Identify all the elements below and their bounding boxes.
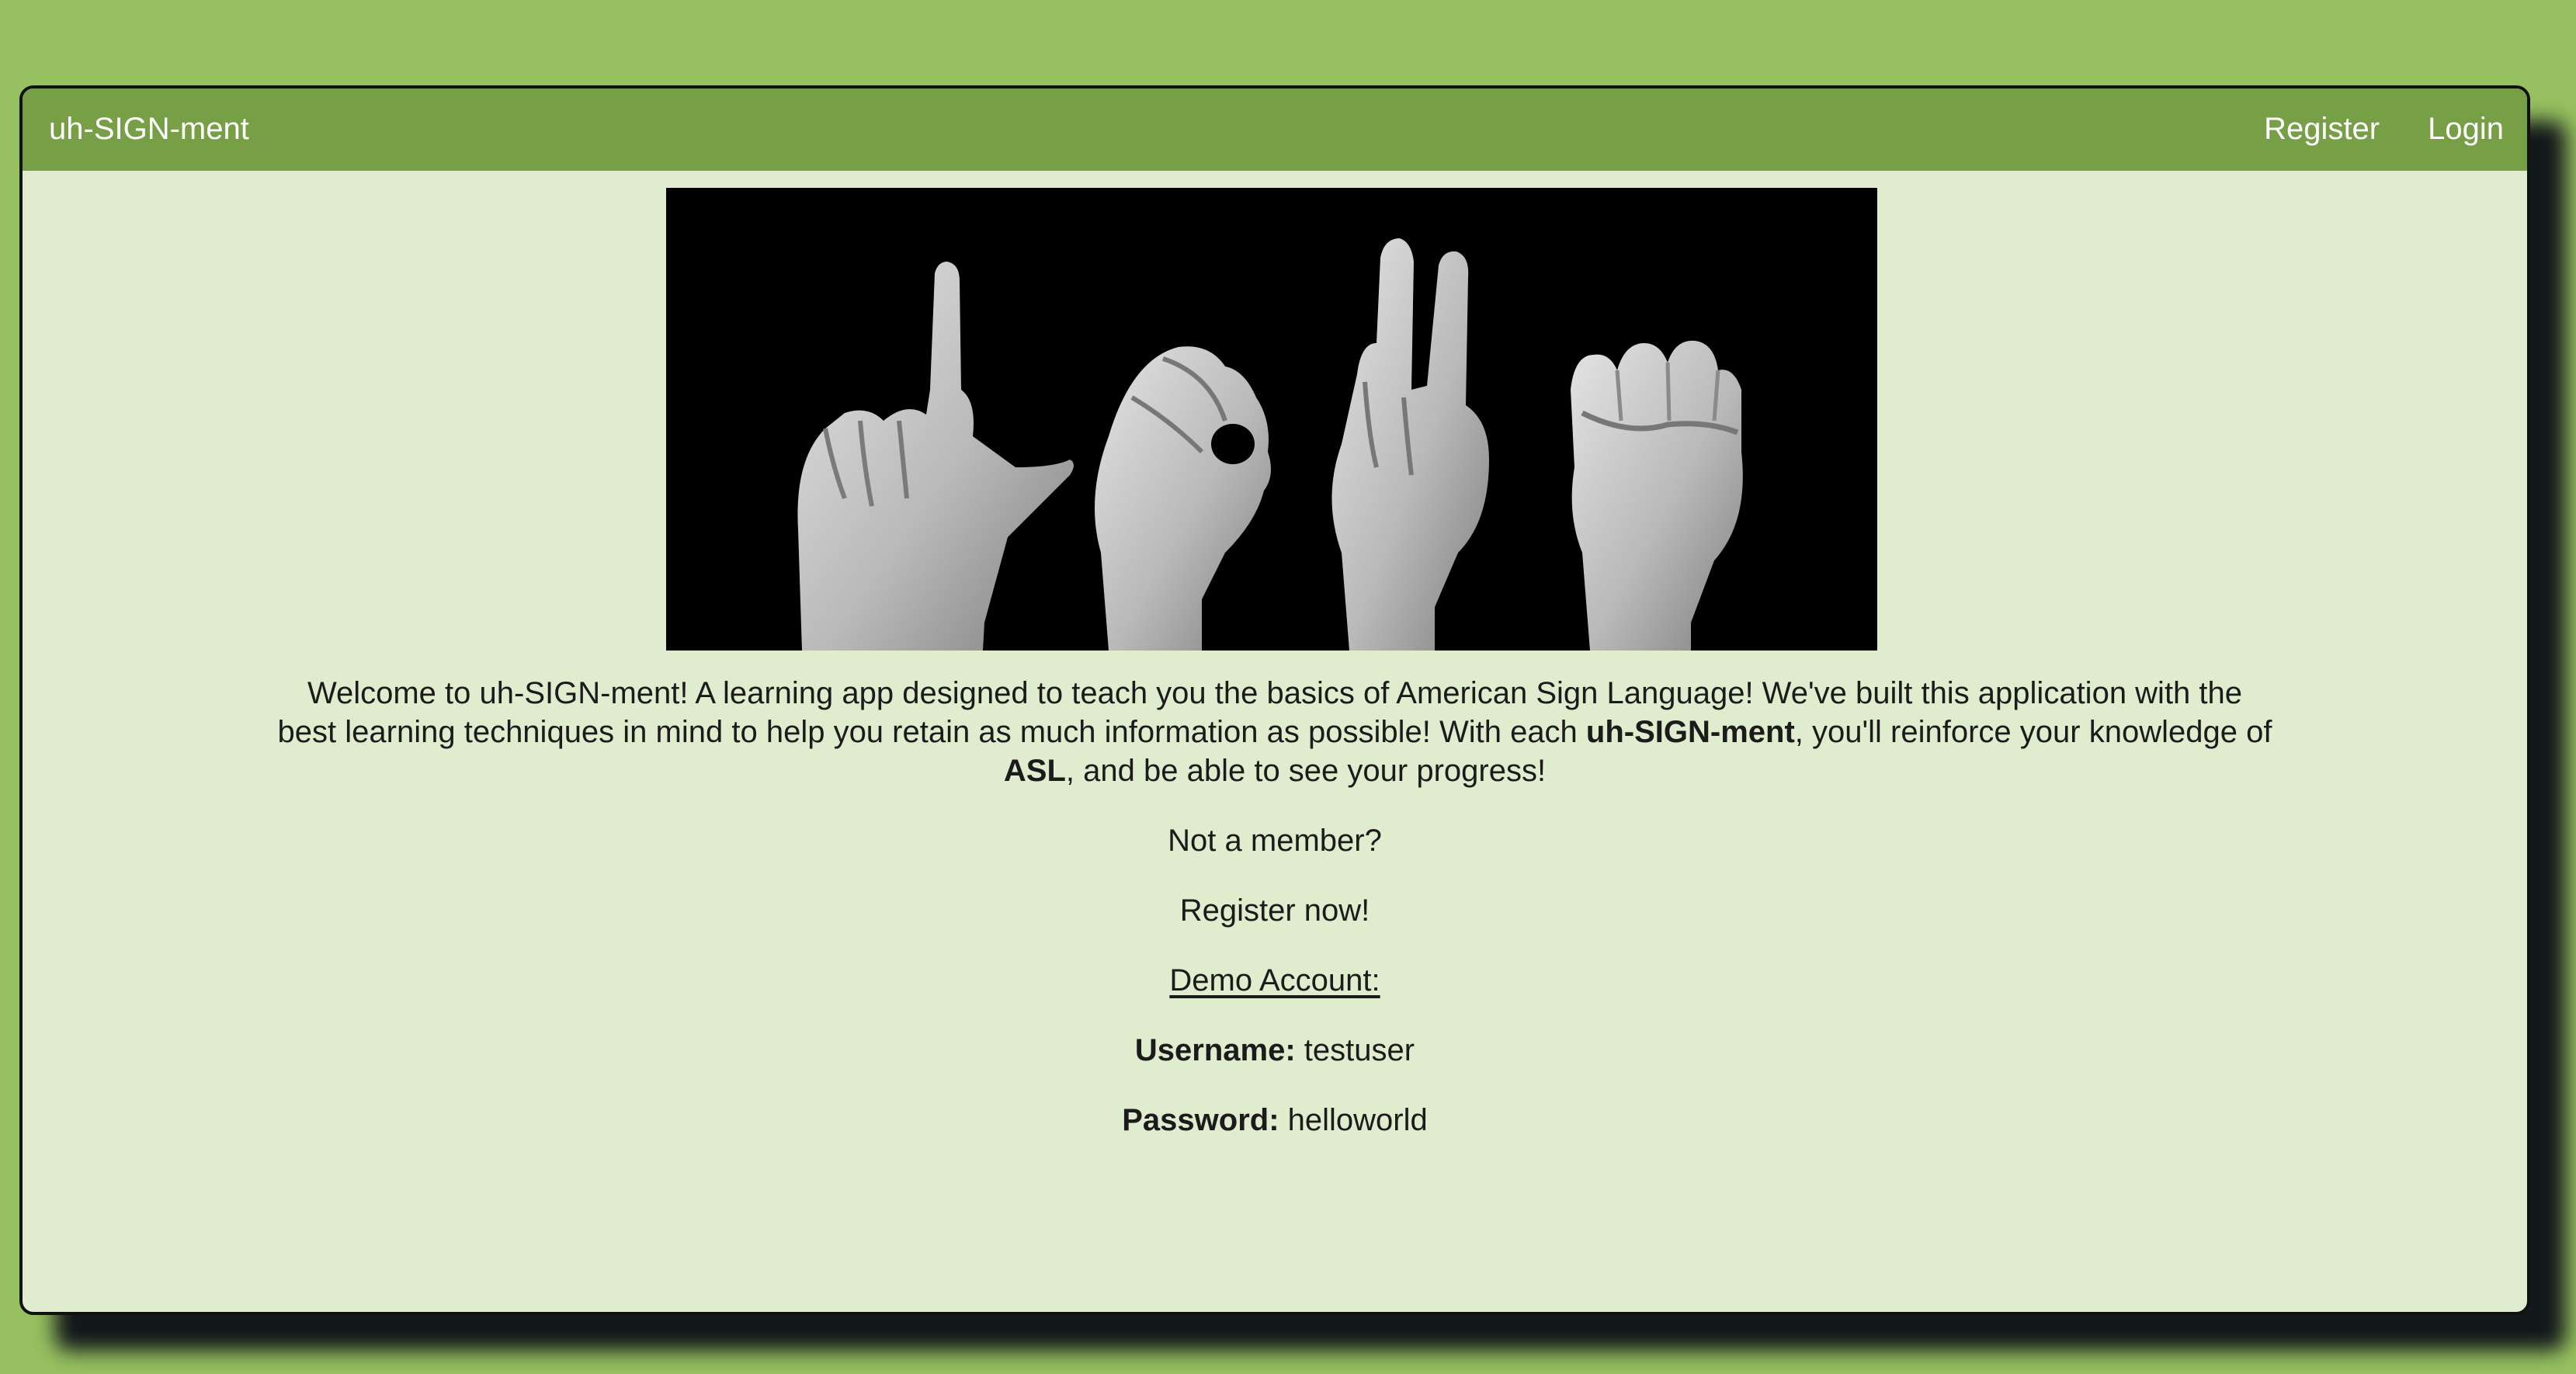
welcome-line-2-end: , you'll reinforce your knowledge of: [1794, 715, 2272, 749]
member-prompt: Not a member?: [1168, 824, 1382, 858]
login-link[interactable]: Login: [2428, 110, 2504, 147]
main-content: Welcome to uh-SIGN-ment! A learning app …: [201, 674, 2349, 1140]
navbar: uh-SIGN-ment Register Login: [23, 88, 2527, 171]
username-value: testuser: [1295, 1033, 1415, 1067]
welcome-app-name: uh-SIGN-ment: [1585, 715, 1795, 749]
register-link[interactable]: Register: [2264, 110, 2380, 147]
welcome-line-1: Welcome to uh-SIGN-ment! A learning app …: [307, 676, 2243, 710]
asl-hands-image: [666, 188, 1877, 651]
password-value: helloworld: [1279, 1103, 1428, 1137]
demo-password: Password: helloworld: [201, 1101, 2349, 1140]
brand-link[interactable]: uh-SIGN-ment: [49, 110, 249, 147]
welcome-line-2-start: best learning techniques in mind to help…: [277, 715, 1586, 749]
hero-image: [666, 188, 1877, 651]
password-label: Password:: [1122, 1103, 1279, 1137]
welcome-asl: ASL: [1003, 754, 1066, 788]
register-now-text: Register now!: [1179, 893, 1370, 928]
nav-links: Register Login: [2264, 110, 2504, 147]
demo-account-heading: Demo Account:: [1169, 963, 1380, 998]
app-window: uh-SIGN-ment Register Login Welcome to u…: [19, 85, 2530, 1315]
welcome-line-3-end: , and be able to see your progress!: [1065, 754, 1547, 788]
welcome-paragraph: Welcome to uh-SIGN-ment! A learning app …: [201, 674, 2349, 790]
demo-username: Username: testuser: [201, 1031, 2349, 1070]
username-label: Username:: [1134, 1033, 1296, 1067]
